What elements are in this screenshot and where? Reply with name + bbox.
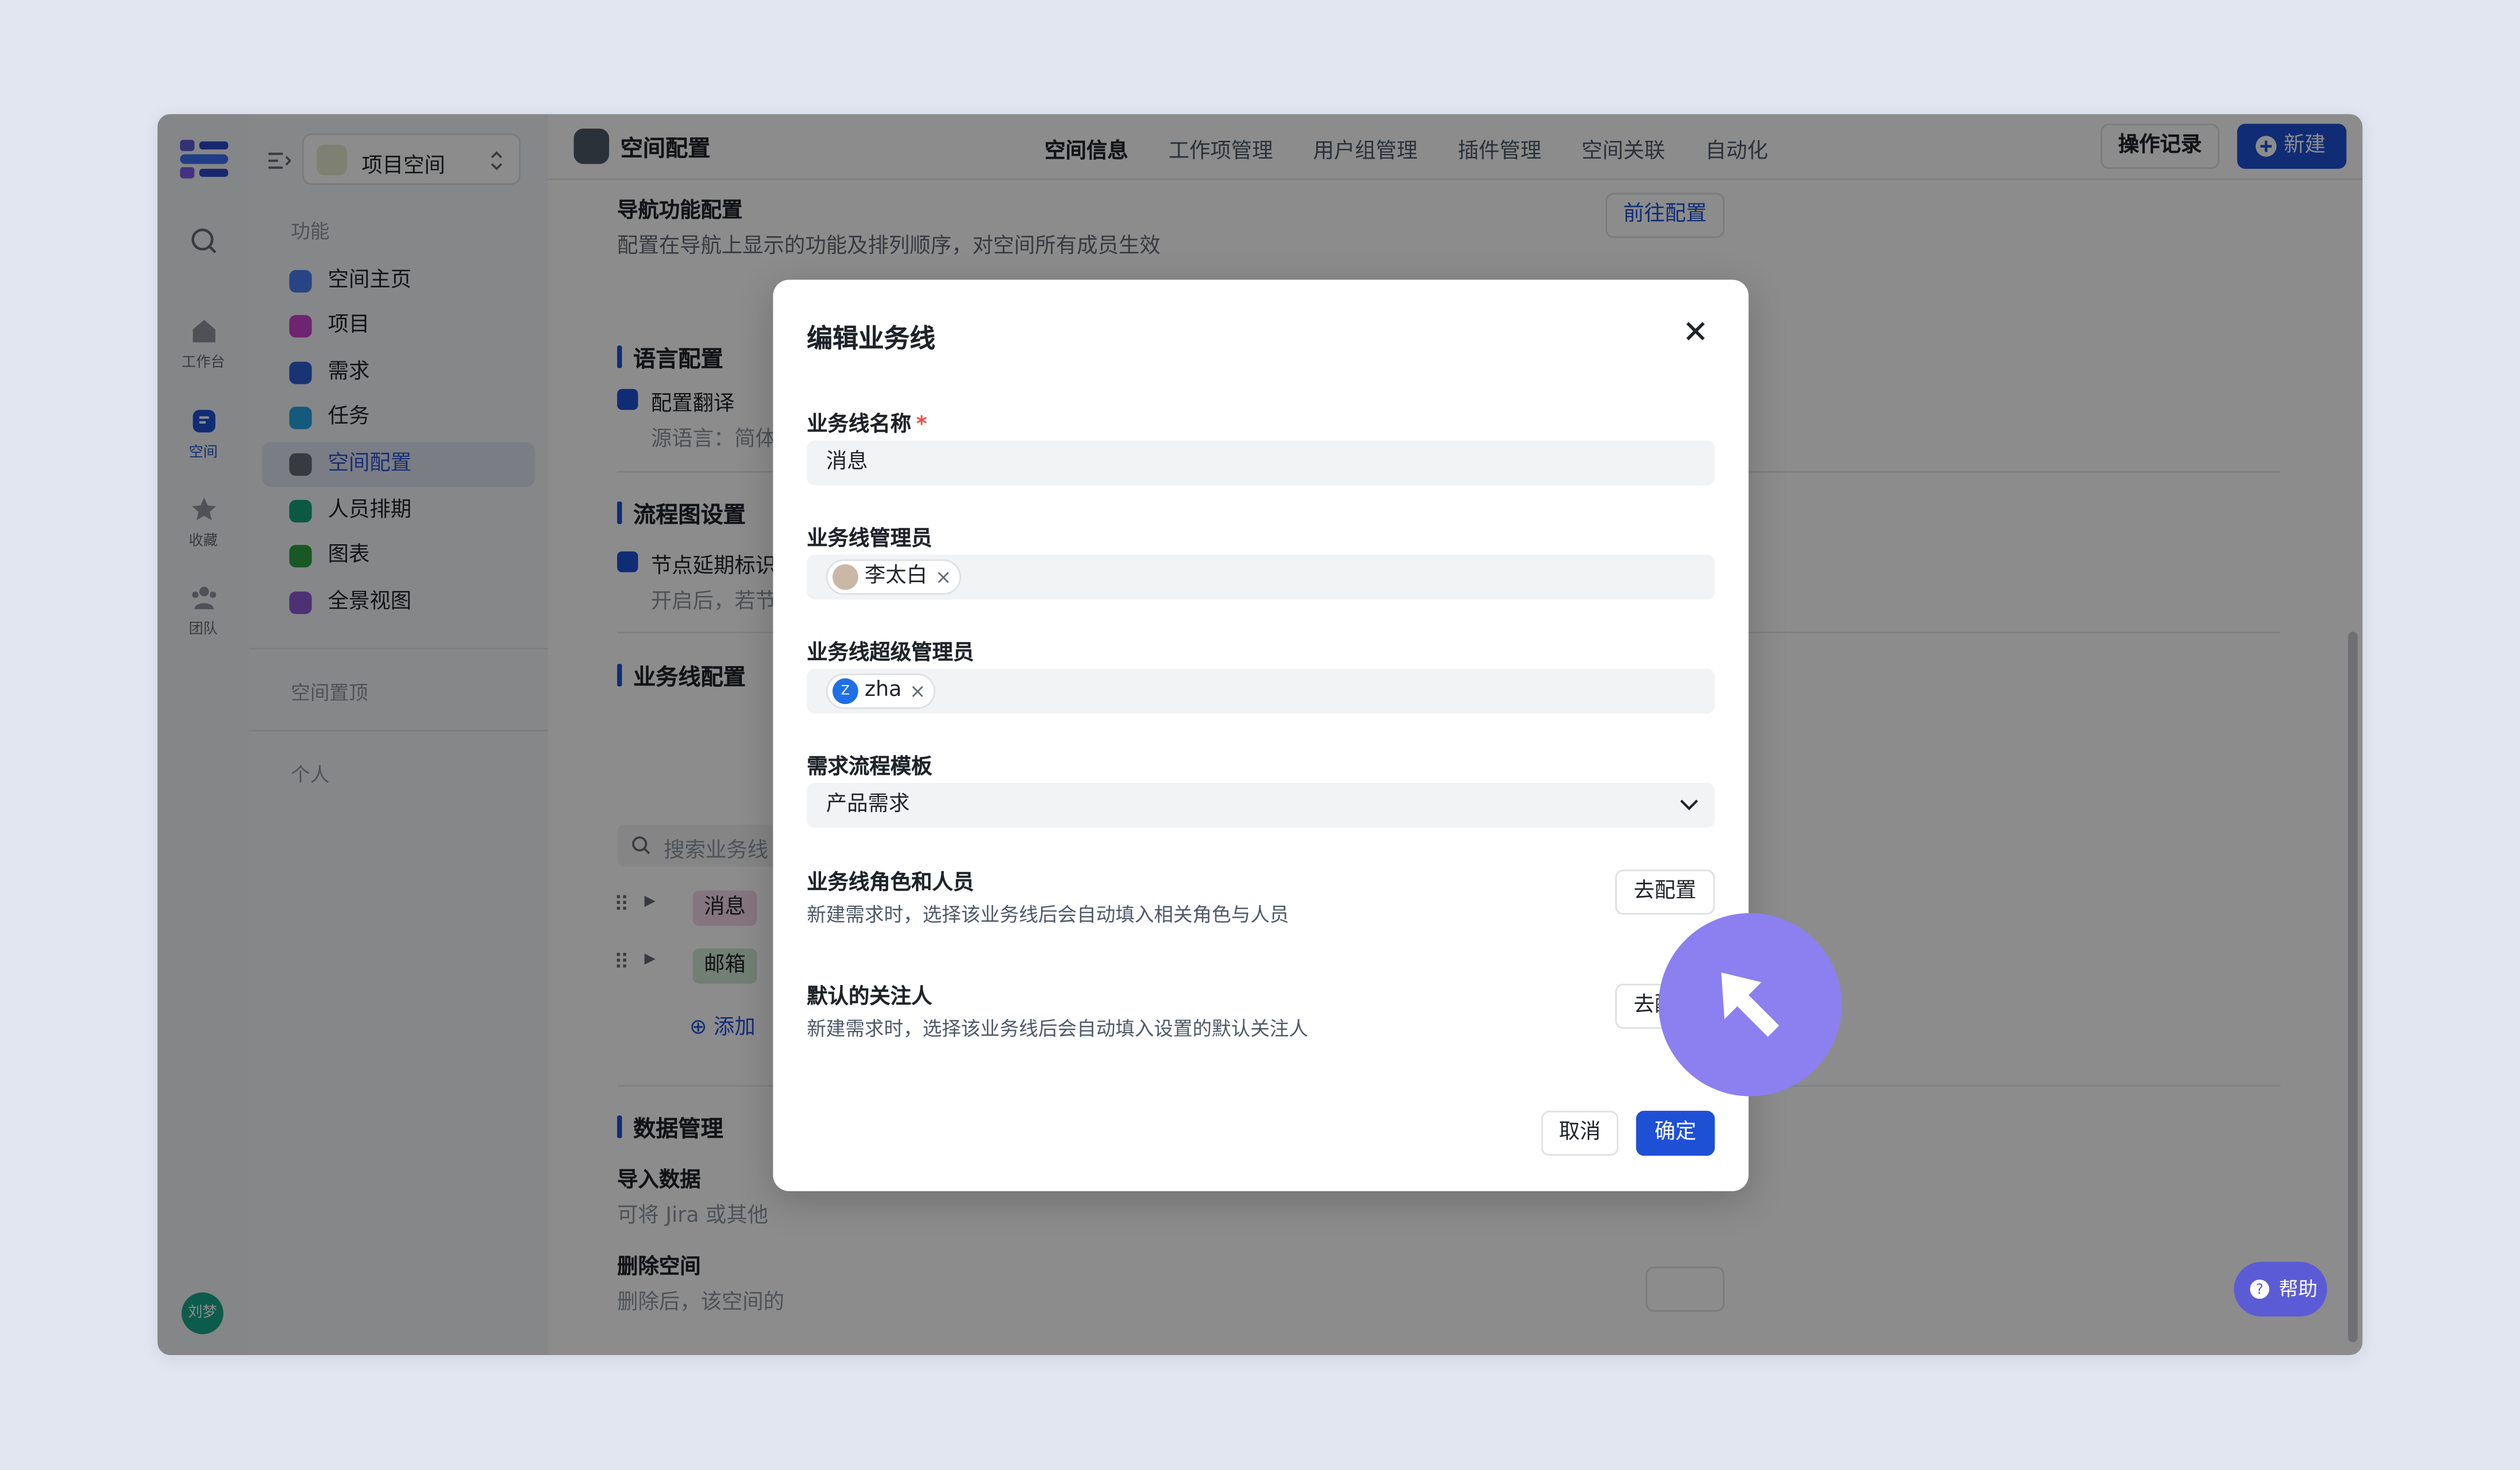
template-label: 需求流程模板 xyxy=(807,755,933,780)
required-mark: * xyxy=(916,413,927,437)
watcher-desc: 新建需求时，选择该业务线后会自动填入设置的默认关注人 xyxy=(807,1017,1308,1040)
cancel-button[interactable]: 取消 xyxy=(1541,1110,1619,1156)
super-admin-chip[interactable]: Z zha × xyxy=(826,674,936,709)
admin-chip[interactable]: 李太白 × xyxy=(826,559,961,595)
name-label-text: 业务线名称 xyxy=(807,413,912,437)
question-icon: ? xyxy=(2250,1279,2269,1299)
user-avatar: Z xyxy=(832,678,858,705)
admin-label: 业务线管理员 xyxy=(807,527,933,552)
admin-name: 李太白 xyxy=(864,564,928,588)
cursor-arrow-icon xyxy=(1721,972,1779,1037)
svg-text:?: ? xyxy=(2256,1281,2263,1298)
super-admin-label: 业务线超级管理员 xyxy=(807,641,974,666)
edit-biz-modal: 编辑业务线 业务线名称 * 消息 业务线管理员 李太白 × 业务线超级管理员 Z … xyxy=(773,279,1749,1191)
roles-config-button[interactable]: 去配置 xyxy=(1615,869,1715,915)
user-avatar xyxy=(832,564,858,590)
admin-select[interactable]: 李太白 × xyxy=(807,555,1715,600)
name-label: 业务线名称 * xyxy=(807,407,927,437)
cursor-highlight xyxy=(1658,913,1842,1096)
biz-name-input[interactable]: 消息 xyxy=(807,440,1715,486)
super-admin-select[interactable]: Z zha × xyxy=(807,668,1715,714)
template-select[interactable]: 产品需求 xyxy=(807,783,1715,828)
remove-icon[interactable]: × xyxy=(910,675,926,707)
roles-title: 业务线角色和人员 xyxy=(807,871,974,896)
close-icon[interactable] xyxy=(1684,320,1706,343)
help-label: 帮助 xyxy=(2279,1277,2318,1300)
confirm-button[interactable]: 确定 xyxy=(1636,1110,1715,1156)
modal-title: 编辑业务线 xyxy=(807,323,936,354)
chevron-down-icon xyxy=(1680,799,1698,810)
super-admin-name: zha xyxy=(864,678,902,703)
template-value: 产品需求 xyxy=(826,792,910,817)
help-button[interactable]: ? 帮助 xyxy=(2234,1261,2328,1317)
remove-icon[interactable]: × xyxy=(935,561,951,593)
roles-desc: 新建需求时，选择该业务线后会自动填入相关角色与人员 xyxy=(807,903,1289,926)
watcher-title: 默认的关注人 xyxy=(807,985,933,1010)
